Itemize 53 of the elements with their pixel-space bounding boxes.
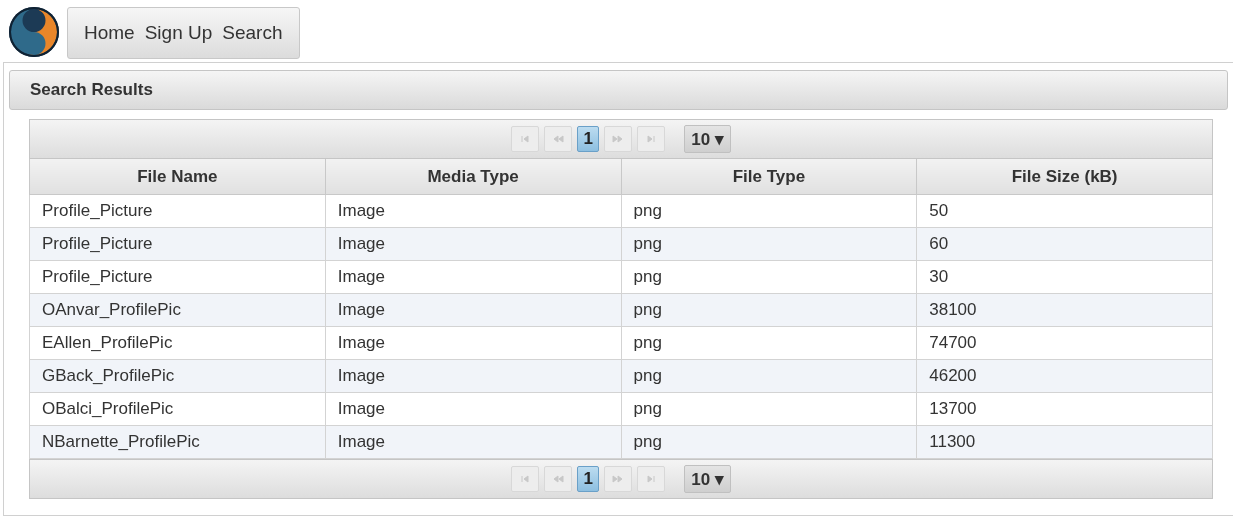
first-arrow-icon — [519, 133, 532, 145]
column-header[interactable]: File Type — [621, 159, 917, 195]
table-cell: 11300 — [916, 425, 1213, 459]
table-cell: NBarnette_ProfilePic — [29, 425, 326, 459]
table-cell: Image — [325, 425, 621, 459]
table-cell: png — [621, 425, 917, 459]
table-cell: Image — [325, 392, 621, 426]
table-cell: png — [621, 326, 917, 360]
table-cell: Profile_Picture — [29, 194, 326, 228]
table-cell: OBalci_ProfilePic — [29, 392, 326, 426]
nav-link[interactable]: Search — [222, 21, 283, 44]
table-cell: 30 — [916, 260, 1213, 294]
page-button[interactable]: 1 — [577, 466, 600, 492]
last-arrow-icon — [645, 473, 658, 485]
table-cell: Image — [325, 359, 621, 393]
table-cell: Image — [325, 326, 621, 360]
table-cell: GBack_ProfilePic — [29, 359, 326, 393]
table-cell: png — [621, 392, 917, 426]
column-header[interactable]: Media Type — [325, 159, 621, 195]
rows-per-page-dropdown[interactable]: 10 ▾ — [684, 465, 731, 493]
table-cell: Image — [325, 293, 621, 327]
table-cell: Profile_Picture — [29, 227, 326, 261]
table-cell: EAllen_ProfilePic — [29, 326, 326, 360]
table-cell: png — [621, 293, 917, 327]
nav-link[interactable]: Sign Up — [144, 21, 213, 44]
table-cell: 74700 — [916, 326, 1213, 360]
prev-arrow-icon — [552, 473, 565, 485]
first-arrow-icon — [519, 473, 532, 485]
table-cell: png — [621, 194, 917, 228]
next-arrow-icon — [612, 133, 625, 145]
table-cell: png — [621, 227, 917, 261]
column-header[interactable]: File Size (kB) — [916, 159, 1213, 195]
table-cell: 46200 — [916, 359, 1213, 393]
table-cell: 13700 — [916, 392, 1213, 426]
table-cell: 38100 — [916, 293, 1213, 327]
table-cell: 60 — [916, 227, 1213, 261]
table-cell: 50 — [916, 194, 1213, 228]
rows-per-page-dropdown[interactable]: 10 ▾ — [684, 125, 731, 153]
table-cell: Image — [325, 227, 621, 261]
table-cell: Image — [325, 260, 621, 294]
column-header[interactable]: File Name — [29, 159, 326, 195]
nav-link[interactable]: Home — [84, 21, 135, 44]
logo-icon[interactable] — [8, 5, 60, 58]
table-cell: Image — [325, 194, 621, 228]
table-cell: OAnvar_ProfilePic — [29, 293, 326, 327]
last-arrow-icon — [645, 133, 658, 145]
table-cell: png — [621, 260, 917, 294]
table-cell: Profile_Picture — [29, 260, 326, 294]
table-cell: png — [621, 359, 917, 393]
next-arrow-icon — [612, 473, 625, 485]
page-button[interactable]: 1 — [577, 126, 600, 152]
panel-title: Search Results — [30, 80, 153, 100]
prev-arrow-icon — [552, 133, 565, 145]
